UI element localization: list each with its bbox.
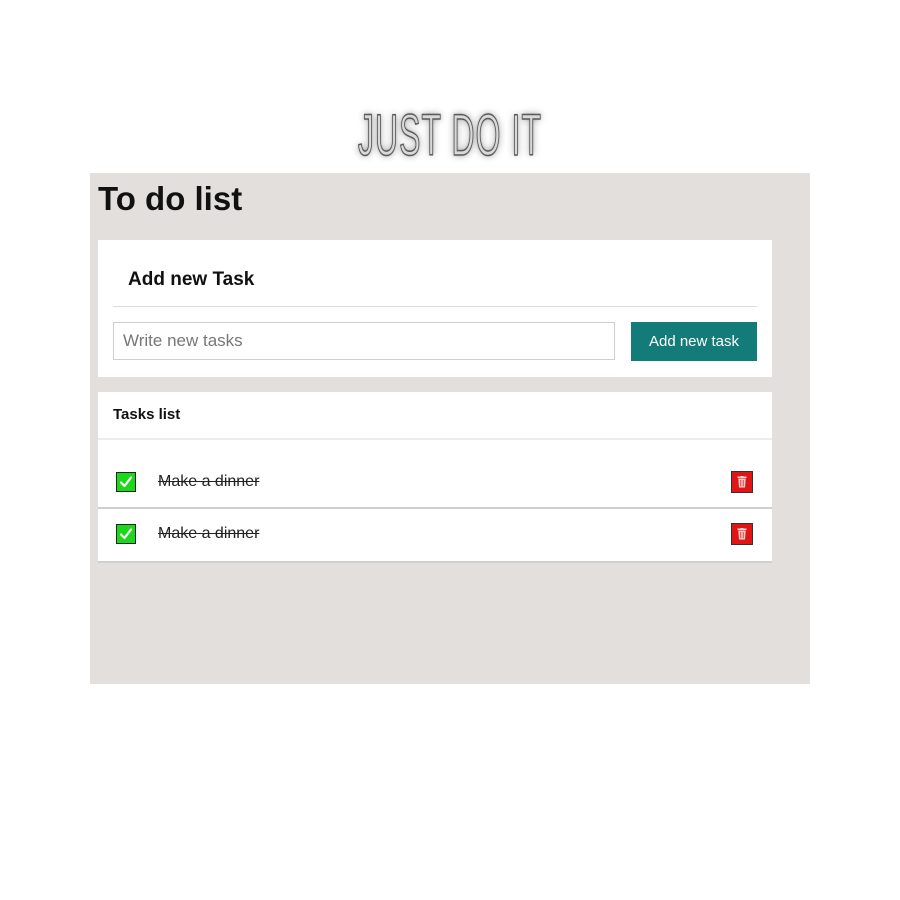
todo-app: To do list Add new Task Add new task Tas… [90, 173, 810, 684]
add-task-button[interactable]: Add new task [631, 322, 757, 361]
just-do-it-logo: JUST DO IT [357, 103, 543, 169]
new-task-input[interactable] [113, 322, 615, 360]
delete-task-button[interactable] [731, 523, 753, 545]
delete-task-button[interactable] [731, 471, 753, 493]
check-icon [119, 528, 133, 540]
tasks-list-heading: Tasks list [113, 406, 181, 423]
page-title: To do list [98, 180, 243, 217]
task-complete-checkbox[interactable] [116, 472, 136, 492]
task-row: Make a dinner [98, 454, 772, 509]
tasks-list-card: Tasks list Make a dinner Make a dinner [98, 392, 772, 563]
add-task-divider [113, 306, 757, 307]
tasks-list-divider [98, 438, 772, 440]
trash-icon [737, 528, 747, 540]
add-task-card: Add new Task Add new task [98, 240, 772, 377]
task-text: Make a dinner [158, 525, 260, 542]
task-text: Make a dinner [158, 473, 260, 490]
task-row: Make a dinner [98, 509, 772, 563]
task-complete-checkbox[interactable] [116, 524, 136, 544]
trash-icon [737, 476, 747, 488]
check-icon [119, 476, 133, 488]
add-task-heading: Add new Task [128, 269, 255, 290]
